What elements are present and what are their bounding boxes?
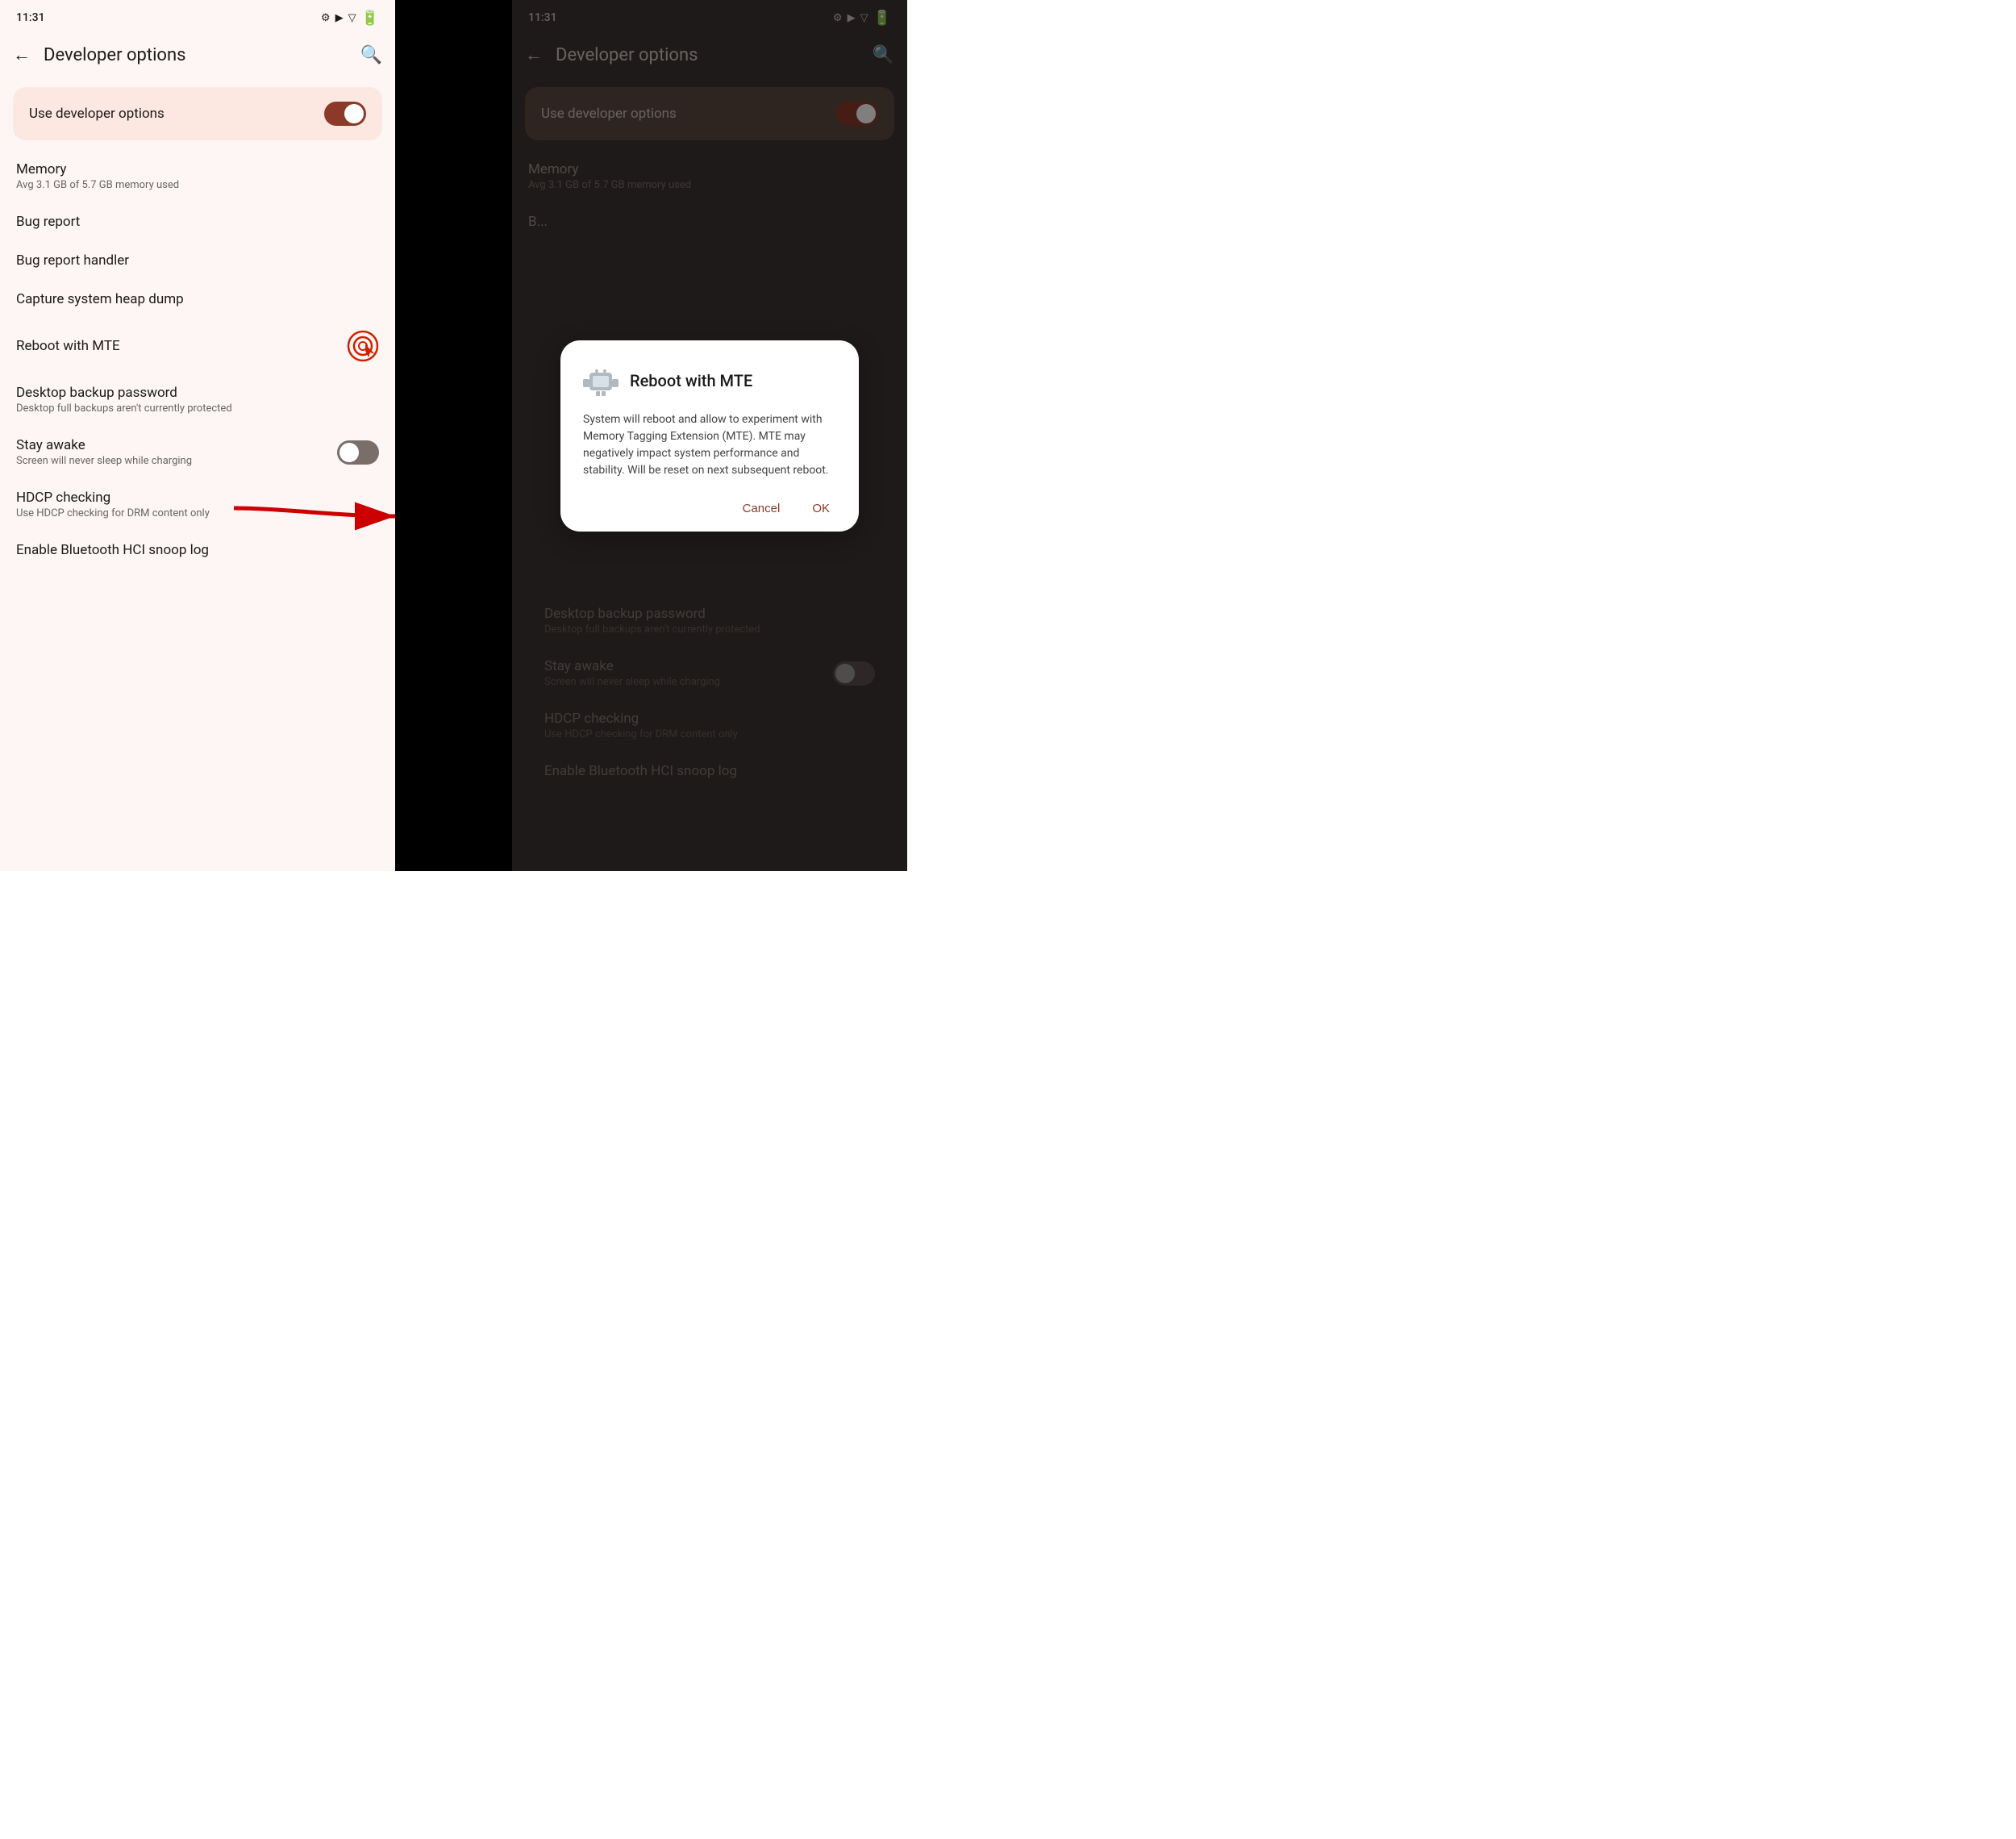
dialog-ok-button[interactable]: OK xyxy=(806,498,836,519)
list-item-backup-pwd-left[interactable]: Desktop backup password Desktop full bac… xyxy=(0,373,395,426)
item-title: Desktop backup password xyxy=(16,385,379,401)
search-button-left[interactable]: 🔍 xyxy=(360,45,382,65)
top-nav-left: ← Developer options 🔍 xyxy=(0,32,395,77)
item-subtitle: Screen will never sleep while charging xyxy=(16,455,192,467)
dialog-cancel-button[interactable]: Cancel xyxy=(736,498,787,519)
list-item-hdcp-left[interactable]: HDCP checking Use HDCP checking for DRM … xyxy=(0,478,395,531)
item-subtitle: Use HDCP checking for DRM content only xyxy=(16,507,379,519)
battery-icon-left: 🔋 xyxy=(361,10,379,27)
left-screen: 11:31 ⚙ ▶ ▽ 🔋 ← Developer options 🔍 Use … xyxy=(0,0,395,871)
dev-options-toggle-left[interactable] xyxy=(324,102,366,126)
item-subtitle: Avg 3.1 GB of 5.7 GB memory used xyxy=(16,179,379,191)
item-title-reboot-mte: Reboot with MTE xyxy=(16,338,120,354)
item-title: Memory xyxy=(16,161,379,177)
status-bar-left: 11:31 ⚙ ▶ ▽ 🔋 xyxy=(0,0,395,32)
divider xyxy=(395,0,512,871)
stay-awake-toggle-left[interactable] xyxy=(337,440,379,465)
item-title: Capture system heap dump xyxy=(16,291,379,307)
reboot-mte-dialog: Reboot with MTE System will reboot and a… xyxy=(560,340,859,532)
item-title: HDCP checking xyxy=(16,490,379,506)
page-title-left: Developer options xyxy=(44,45,360,65)
dev-options-card-left: Use developer options xyxy=(13,87,382,140)
item-title: Stay awake xyxy=(16,437,192,453)
list-item-reboot-mte-left[interactable]: Reboot with MTE xyxy=(0,319,395,373)
dialog-header: Reboot with MTE xyxy=(583,363,836,398)
list-item-bluetooth-left[interactable]: Enable Bluetooth HCI snoop log xyxy=(0,531,395,569)
right-screen: 11:31 ⚙ ▶ ▽ 🔋 ← Developer options 🔍 Use … xyxy=(512,0,907,871)
status-time-left: 11:31 xyxy=(16,11,45,24)
settings-list-left: Memory Avg 3.1 GB of 5.7 GB memory used … xyxy=(0,150,395,871)
list-item-bug-report-left[interactable]: Bug report xyxy=(0,202,395,241)
dev-options-label-left: Use developer options xyxy=(29,106,165,122)
dialog-title: Reboot with MTE xyxy=(630,371,752,390)
item-title: Bug report xyxy=(16,214,379,230)
item-subtitle: Desktop full backups aren't currently pr… xyxy=(16,402,379,415)
list-item-memory-left[interactable]: Memory Avg 3.1 GB of 5.7 GB memory used xyxy=(0,150,395,202)
click-cursor-icon xyxy=(347,330,379,362)
dialog-body: System will reboot and allow to experime… xyxy=(583,411,836,479)
dialog-buttons: Cancel OK xyxy=(583,498,836,519)
list-item-bug-handler-left[interactable]: Bug report handler xyxy=(0,241,395,280)
settings-icon: ⚙ xyxy=(321,12,331,24)
dialog-overlay: Reboot with MTE System will reboot and a… xyxy=(512,0,907,871)
status-icons-left: ⚙ ▶ ▽ 🔋 xyxy=(321,10,379,27)
wifi-icon: ▽ xyxy=(348,12,356,24)
play-icon: ▶ xyxy=(335,12,344,24)
dialog-reboot-icon xyxy=(583,363,619,398)
list-item-heap-dump-left[interactable]: Capture system heap dump xyxy=(0,280,395,319)
item-title: Bug report handler xyxy=(16,252,379,269)
back-button-left[interactable]: ← xyxy=(13,44,31,65)
item-title: Enable Bluetooth HCI snoop log xyxy=(16,542,379,558)
list-item-stay-awake-left[interactable]: Stay awake Screen will never sleep while… xyxy=(0,426,395,478)
